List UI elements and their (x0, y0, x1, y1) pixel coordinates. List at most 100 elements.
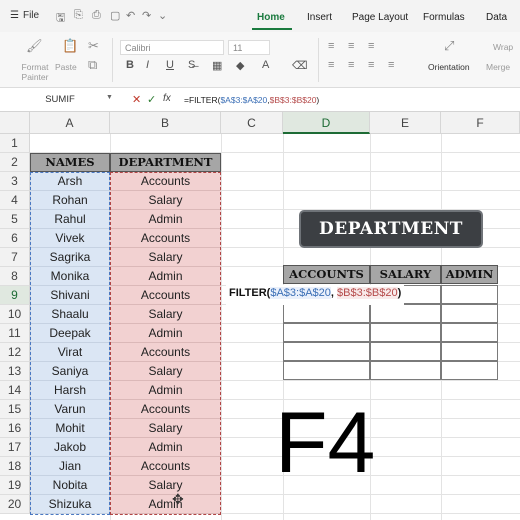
department-cell[interactable]: Admin (110, 381, 221, 400)
department-cell[interactable]: Salary (110, 191, 221, 210)
tab-home[interactable]: Home (257, 12, 285, 23)
align-top-icon[interactable]: ≡ (328, 40, 334, 52)
quick-access-chevron-icon[interactable]: ⌄ (158, 9, 167, 22)
output-cell[interactable] (441, 285, 498, 304)
align-bottom-icon[interactable]: ≡ (368, 40, 374, 52)
column-header-c[interactable]: C (221, 112, 283, 134)
name-cell[interactable]: Arsh (30, 172, 110, 191)
output-cell[interactable] (441, 361, 498, 380)
bold-button[interactable]: B (126, 59, 134, 71)
name-cell[interactable]: Mohit (30, 419, 110, 438)
row-header-1[interactable]: 1 (0, 134, 30, 153)
output-cell[interactable] (370, 342, 441, 361)
orientation-icon[interactable]: ⤢ (444, 38, 454, 54)
name-cell[interactable]: Deepak (30, 324, 110, 343)
department-cell[interactable]: Salary (110, 419, 221, 438)
output-cell[interactable] (283, 323, 370, 342)
name-cell[interactable]: Virat (30, 343, 110, 362)
row-header-13[interactable]: 13 (0, 362, 30, 381)
cancel-icon[interactable]: ✕ (132, 93, 141, 106)
row-header-3[interactable]: 3 (0, 172, 30, 191)
wrap-label[interactable]: Wrap (493, 42, 513, 52)
row-header-8[interactable]: 8 (0, 267, 30, 286)
formula-input[interactable]: =FILTER($A$3:$A$20,$B$3:$B$20) (184, 95, 319, 105)
tab-page-layout[interactable]: Page Layout (352, 12, 408, 23)
fill-color-icon[interactable]: ◆ (236, 59, 244, 72)
name-cell[interactable]: Jakob (30, 438, 110, 457)
row-header-14[interactable]: 14 (0, 381, 30, 400)
output-cell[interactable] (441, 304, 498, 323)
department-cell[interactable]: Accounts (110, 172, 221, 191)
enter-check-icon[interactable]: ✓ (147, 93, 156, 106)
name-cell[interactable]: Jian (30, 457, 110, 476)
preview-icon[interactable]: ▢ (110, 9, 120, 22)
select-all-corner[interactable] (0, 112, 30, 134)
department-header[interactable]: DEPARTMENT (110, 153, 221, 172)
department-cell[interactable]: Accounts (110, 343, 221, 362)
department-cell[interactable]: Admin (110, 267, 221, 286)
paste-label[interactable]: Paste (55, 62, 77, 72)
row-header-19[interactable]: 19 (0, 476, 30, 495)
row-header-16[interactable]: 16 (0, 419, 30, 438)
row-header-5[interactable]: 5 (0, 210, 30, 229)
copy-icon[interactable]: ⧉ (88, 57, 97, 73)
name-box[interactable]: SUMIF (6, 92, 114, 108)
name-cell[interactable]: Harsh (30, 381, 110, 400)
print-icon[interactable]: ⎙ (92, 9, 101, 22)
font-size-select[interactable]: 11 (228, 40, 270, 55)
justify-icon[interactable]: ≡ (388, 59, 394, 71)
salary-header[interactable]: SALARY (370, 265, 441, 284)
name-cell[interactable]: Saniya (30, 362, 110, 381)
merge-label[interactable]: Merge (486, 62, 510, 72)
admin-header[interactable]: ADMIN (441, 265, 498, 284)
name-cell[interactable]: Rohan (30, 191, 110, 210)
name-cell[interactable]: Shaalu (30, 305, 110, 324)
name-cell[interactable]: Varun (30, 400, 110, 419)
undo-icon[interactable]: ↶ (126, 9, 135, 22)
font-color-icon[interactable]: A (262, 59, 269, 71)
output-cell[interactable] (441, 323, 498, 342)
names-header[interactable]: NAMES (30, 153, 110, 172)
row-header-9[interactable]: 9 (0, 286, 30, 305)
font-name-select[interactable]: Calibri (120, 40, 224, 55)
tab-insert[interactable]: Insert (307, 12, 332, 23)
output-cell[interactable] (370, 304, 441, 323)
column-header-e[interactable]: E (370, 112, 441, 134)
department-cell[interactable]: Admin (110, 210, 221, 229)
align-center-icon[interactable]: ≡ (348, 59, 354, 71)
department-cell[interactable]: Salary (110, 248, 221, 267)
row-header-20[interactable]: 20 (0, 495, 30, 514)
align-right-icon[interactable]: ≡ (368, 59, 374, 71)
file-menu[interactable]: ☰ File (10, 10, 39, 21)
accounts-header[interactable]: ACCOUNTS (283, 265, 370, 284)
column-header-d[interactable]: D (283, 112, 370, 134)
name-cell[interactable]: Monika (30, 267, 110, 286)
department-cell[interactable]: Admin (110, 324, 221, 343)
department-cell[interactable]: Accounts (110, 457, 221, 476)
output-cell[interactable] (283, 342, 370, 361)
row-header-17[interactable]: 17 (0, 438, 30, 457)
orientation-label[interactable]: Orientation (428, 62, 470, 72)
row-header-10[interactable]: 10 (0, 305, 30, 324)
row-header-15[interactable]: 15 (0, 400, 30, 419)
column-header-f[interactable]: F (441, 112, 520, 134)
name-box-dropdown-icon[interactable]: ▼ (106, 94, 113, 101)
worksheet-grid[interactable]: A B C D E F 1 2 3 4 5 6 7 8 9 10 11 12 13 14 15 16 17 18 1… (0, 112, 520, 520)
save-icon[interactable]: 🖫 (56, 9, 65, 28)
name-cell[interactable]: Vivek (30, 229, 110, 248)
row-header-12[interactable]: 12 (0, 343, 30, 362)
name-cell[interactable]: Rahul (30, 210, 110, 229)
output-cell[interactable] (283, 304, 370, 323)
column-header-b[interactable]: B (110, 112, 221, 134)
tab-formulas[interactable]: Formulas (423, 12, 465, 23)
name-cell[interactable]: Shizuka (30, 495, 110, 514)
row-header-7[interactable]: 7 (0, 248, 30, 267)
name-cell[interactable]: Shivani (30, 286, 110, 305)
paste-icon[interactable]: 📋 (62, 38, 78, 54)
export-icon[interactable]: ⎘ (74, 9, 83, 22)
department-cell[interactable]: Admin (110, 495, 221, 514)
department-cell[interactable]: Accounts (110, 229, 221, 248)
align-middle-icon[interactable]: ≡ (348, 40, 354, 52)
row-header-4[interactable]: 4 (0, 191, 30, 210)
column-header-a[interactable]: A (30, 112, 110, 134)
